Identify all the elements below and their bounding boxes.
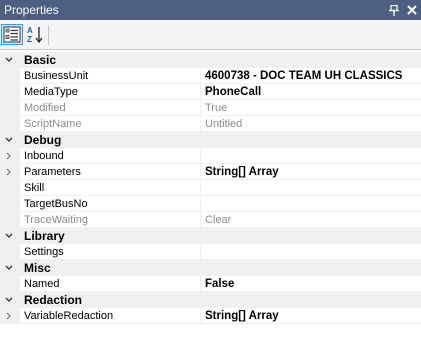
collapse-chevron-icon[interactable] [4, 228, 16, 244]
property-row-businessunit[interactable]: BusinessUnit 4600738 - DOC TEAM UH CLASSI… [0, 68, 421, 84]
category-label: Debug [24, 133, 62, 147]
row-gutter [0, 148, 20, 164]
category-basic[interactable]: Basic [0, 52, 421, 68]
row-gutter [0, 68, 20, 84]
property-name: Modified [20, 100, 201, 116]
property-value[interactable] [201, 180, 421, 196]
close-icon[interactable] [403, 0, 421, 20]
row-gutter [0, 244, 20, 260]
category-label: Basic [24, 53, 57, 67]
categorized-view-button[interactable] [1, 24, 23, 45]
property-value[interactable]: String[] Array [201, 164, 421, 180]
property-row-modified[interactable]: Modified True [0, 100, 421, 116]
property-name: MediaType [20, 84, 201, 100]
property-name: Parameters [20, 164, 201, 180]
property-row-tracewaiting[interactable]: TraceWaiting Clear [0, 212, 421, 228]
property-value: Untitled [201, 116, 421, 132]
property-row-inbound[interactable]: Inbound [0, 148, 421, 164]
property-row-targetbusno[interactable]: TargetBusNo [0, 196, 421, 212]
svg-text:Z: Z [27, 35, 32, 44]
property-row-settings[interactable]: Settings [0, 244, 421, 260]
pin-icon[interactable] [385, 0, 403, 20]
collapse-chevron-icon[interactable] [4, 260, 16, 276]
properties-titlebar: Properties [0, 0, 421, 20]
property-name: ScriptName [20, 116, 201, 132]
category-debug[interactable]: Debug [0, 132, 421, 148]
collapse-chevron-icon[interactable] [4, 52, 16, 68]
property-name: TargetBusNo [20, 196, 201, 212]
property-row-mediatype[interactable]: MediaType PhoneCall [0, 84, 421, 100]
toolbar-separator [48, 25, 49, 45]
svg-text:A: A [27, 26, 33, 35]
property-value[interactable] [201, 196, 421, 212]
property-value[interactable]: False [201, 276, 421, 292]
property-row-variableredaction[interactable]: VariableRedaction String[] Array [0, 308, 421, 324]
category-label: Library [24, 229, 65, 243]
collapse-chevron-icon[interactable] [4, 292, 16, 308]
sort-alphabetical-icon: A Z [27, 26, 43, 44]
property-value[interactable]: String[] Array [201, 308, 421, 324]
property-grid: Basic BusinessUnit 4600738 - DOC TEAM UH C… [0, 52, 421, 324]
category-label: Misc [24, 261, 51, 275]
collapse-chevron-icon[interactable] [4, 132, 16, 148]
property-name: Named [20, 276, 201, 292]
property-name: BusinessUnit [20, 68, 201, 84]
property-name: VariableRedaction [20, 308, 201, 324]
property-value[interactable] [201, 244, 421, 260]
property-name: Skill [20, 180, 201, 196]
property-name: Inbound [20, 148, 201, 164]
category-label: Redaction [24, 293, 83, 307]
panel-title: Properties [4, 3, 59, 17]
row-gutter [0, 84, 20, 100]
property-row-parameters[interactable]: Parameters String[] Array [0, 164, 421, 180]
row-gutter [0, 276, 20, 292]
row-gutter [0, 164, 20, 180]
category-redaction[interactable]: Redaction [0, 292, 421, 308]
property-row-skill[interactable]: Skill [0, 180, 421, 196]
property-value: Clear [201, 212, 421, 228]
row-gutter [0, 116, 20, 132]
property-value[interactable]: 4600738 - DOC TEAM UH CLASSICS [201, 68, 421, 84]
expand-chevron-icon[interactable] [5, 308, 13, 329]
row-gutter [0, 308, 20, 324]
alphabetical-sort-button[interactable]: A Z [24, 24, 46, 45]
property-row-scriptname[interactable]: ScriptName Untitled [0, 116, 421, 132]
properties-toolbar: A Z [0, 20, 421, 50]
row-gutter [0, 180, 20, 196]
property-name: TraceWaiting [20, 212, 201, 228]
property-value: True [201, 100, 421, 116]
property-row-named[interactable]: Named False [0, 276, 421, 292]
row-gutter [0, 100, 20, 116]
category-library[interactable]: Library [0, 228, 421, 244]
row-gutter [0, 212, 20, 228]
category-misc[interactable]: Misc [0, 260, 421, 276]
property-value[interactable] [201, 148, 421, 164]
row-gutter [0, 196, 20, 212]
property-name: Settings [20, 244, 201, 260]
categorized-view-icon [3, 26, 21, 43]
property-value[interactable]: PhoneCall [201, 84, 421, 100]
